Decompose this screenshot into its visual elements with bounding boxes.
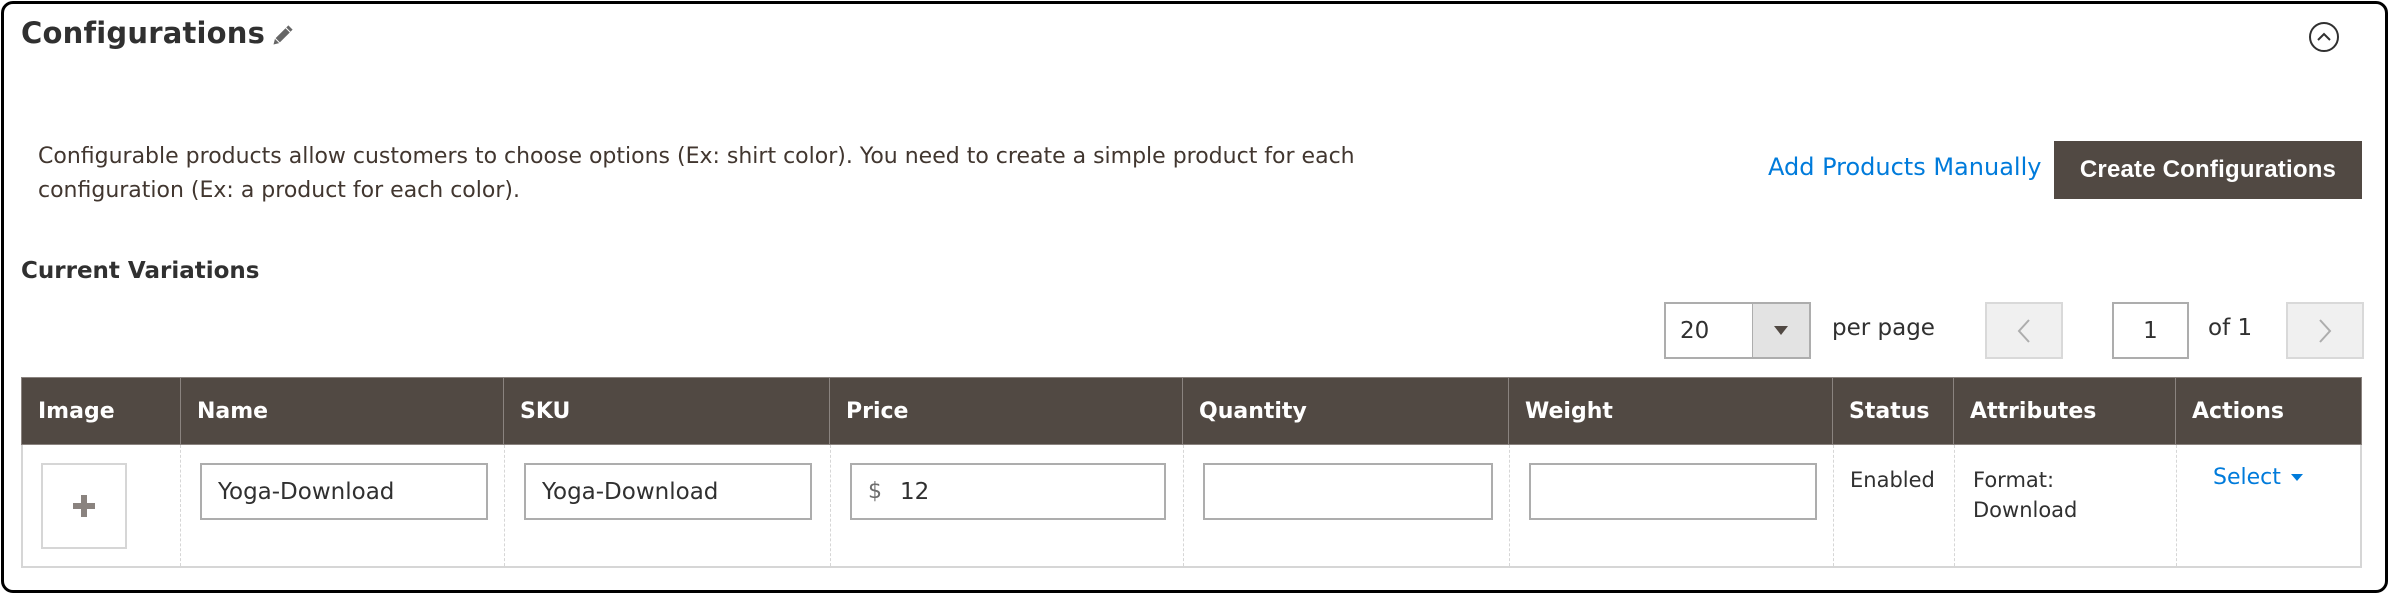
actions-select-label: Select	[2213, 465, 2281, 490]
current-variations-heading: Current Variations	[21, 258, 260, 284]
currency-symbol: $	[868, 479, 882, 504]
cell-image	[23, 445, 181, 566]
cell-actions: Select	[2176, 445, 2362, 566]
pencil-icon[interactable]	[268, 22, 296, 50]
quantity-input[interactable]	[1203, 463, 1493, 520]
create-configurations-button[interactable]: Create Configurations	[2054, 141, 2362, 199]
total-pages-label: of 1	[2208, 315, 2253, 341]
column-header-attributes: Attributes	[1953, 378, 2175, 444]
next-page-button[interactable]	[2286, 302, 2364, 359]
column-header-actions: Actions	[2175, 378, 2361, 444]
attributes-text: Format: Download	[1973, 468, 2078, 522]
chevron-up-circle-icon[interactable]	[2308, 21, 2340, 53]
section-title: Configurations	[21, 16, 266, 50]
status-text: Enabled	[1850, 468, 1935, 492]
column-header-weight: Weight	[1508, 378, 1832, 444]
column-header-status: Status	[1832, 378, 1953, 444]
price-value: 12	[900, 478, 930, 505]
dropdown-toggle[interactable]	[1752, 304, 1809, 357]
previous-page-button[interactable]	[1985, 302, 2063, 359]
cell-status: Enabled	[1833, 445, 1954, 566]
triangle-down-icon	[2290, 473, 2303, 481]
per-page-label: per page	[1832, 315, 1935, 341]
table-row: Yoga-Download Yoga-Download $ 12 Enabled…	[21, 445, 2362, 568]
name-input[interactable]: Yoga-Download	[200, 463, 488, 520]
cell-sku: Yoga-Download	[504, 445, 830, 566]
cell-price: $ 12	[830, 445, 1183, 566]
column-header-image: Image	[38, 398, 115, 424]
price-input[interactable]: $ 12	[850, 463, 1166, 520]
per-page-value: 20	[1680, 317, 1710, 344]
column-header-price: Price	[829, 378, 1182, 444]
add-products-manually-link[interactable]: Add Products Manually	[1768, 153, 2041, 181]
table-header: Image Name SKU Price Quantity Weight Sta…	[21, 377, 2362, 445]
cell-weight	[1509, 445, 1833, 566]
chevron-left-icon	[2017, 318, 2030, 343]
chevron-right-icon	[2319, 318, 2332, 343]
sku-input[interactable]: Yoga-Download	[524, 463, 812, 520]
configurations-description: Configurable products allow customers to…	[38, 144, 1355, 203]
plus-icon	[73, 495, 95, 517]
add-image-button[interactable]	[41, 463, 127, 549]
column-header-quantity: Quantity	[1182, 378, 1508, 444]
current-page-input[interactable]: 1	[2112, 302, 2189, 359]
cell-attributes: Format: Download	[1954, 445, 2176, 566]
cell-name: Yoga-Download	[180, 445, 504, 566]
per-page-select[interactable]: 20	[1664, 302, 1811, 359]
actions-select[interactable]: Select	[2213, 465, 2303, 490]
weight-input[interactable]	[1529, 463, 1817, 520]
cell-quantity	[1183, 445, 1509, 566]
column-header-sku: SKU	[503, 378, 829, 444]
column-header-name: Name	[180, 378, 503, 444]
triangle-down-icon	[1774, 325, 1788, 335]
